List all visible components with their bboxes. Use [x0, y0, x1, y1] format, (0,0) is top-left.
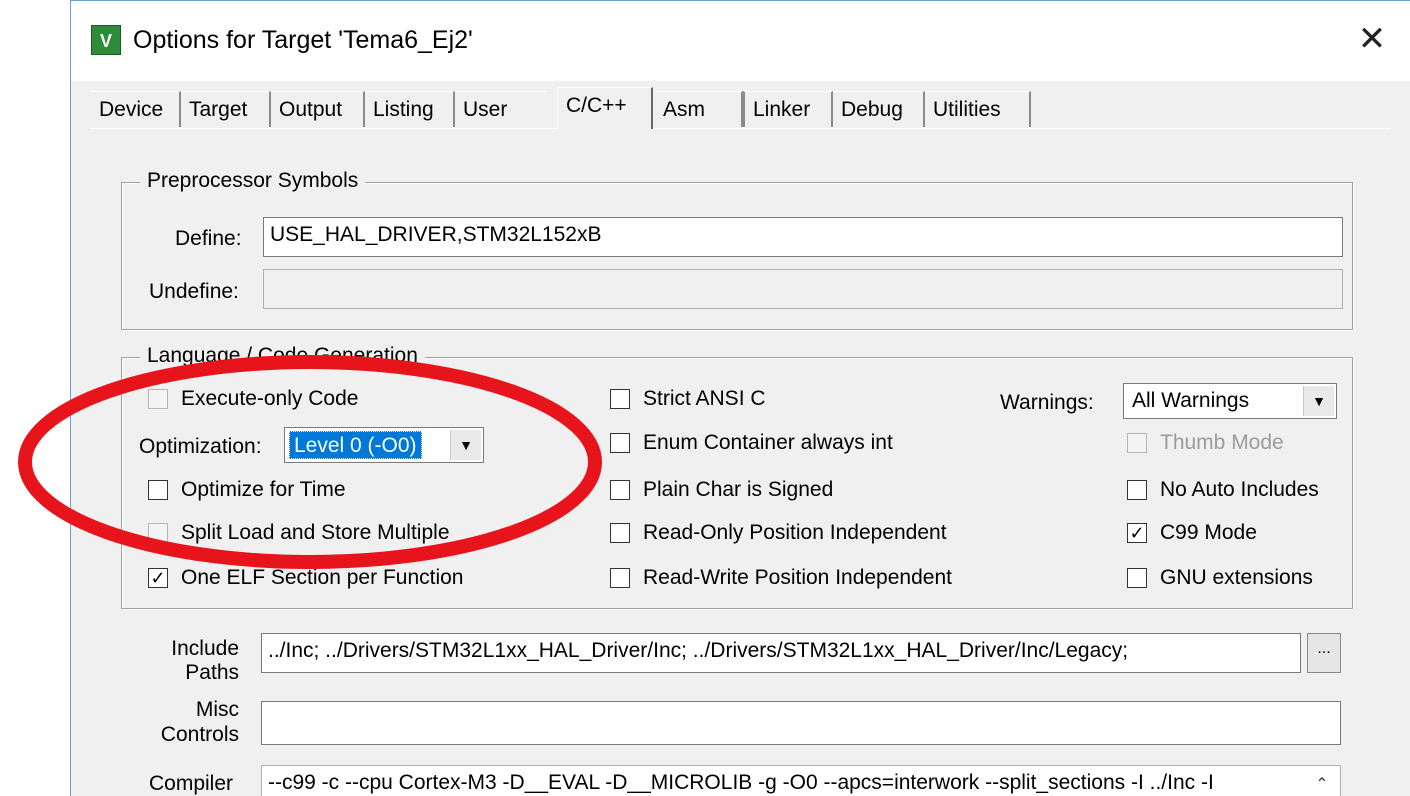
tab-c-cpp[interactable]: C/C++: [557, 87, 653, 129]
annotation-ellipse: [18, 355, 602, 569]
highlight-ellipse: [18, 355, 602, 569]
